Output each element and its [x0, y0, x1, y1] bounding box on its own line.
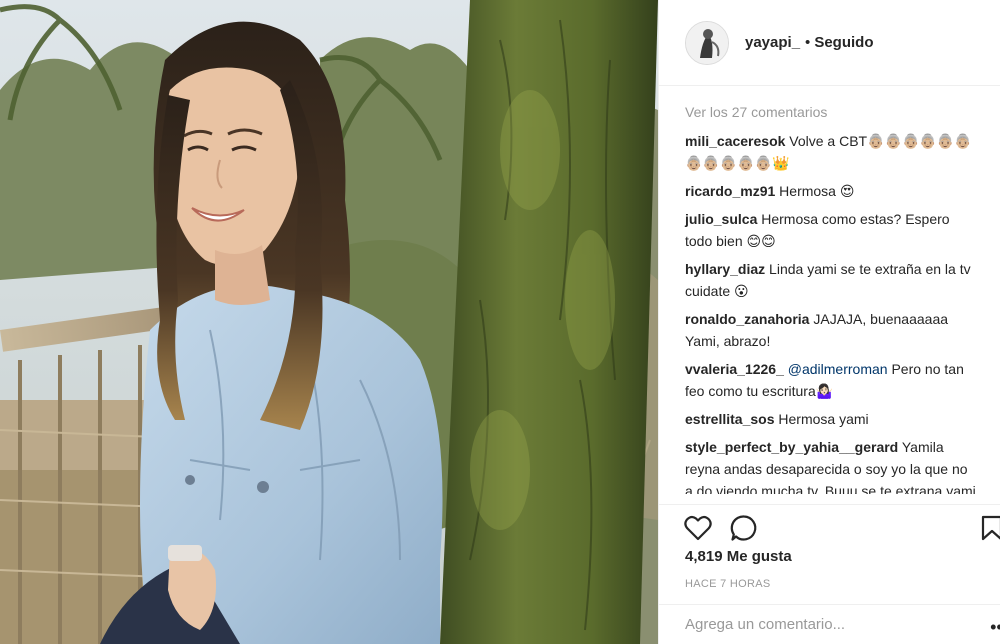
comment: julio_sulca Hermosa como estas? Espero t… [685, 208, 977, 252]
likes-count[interactable]: 4,819 Me gusta [685, 548, 792, 565]
more-dots-icon[interactable]: ••• [990, 617, 1000, 638]
comment: mili_caceresok Volve a CBT👵🏼👵🏼👵🏼👵🏼👵🏼👵🏼👵🏼… [685, 130, 977, 174]
comment-button[interactable] [729, 513, 759, 543]
comments-list[interactable]: Ver los 27 comentarios mili_caceresok Vo… [659, 96, 1000, 494]
comment-username[interactable]: mili_caceresok [685, 133, 785, 149]
comment: ricardo_mz91 Hermosa 😍 [685, 180, 977, 202]
comment: style_perfect_by_yahia__gerard Yamila re… [685, 436, 977, 494]
heart-icon [684, 515, 712, 541]
comment-username[interactable]: julio_sulca [685, 211, 757, 227]
comment: ronaldo_zanahoria JAJAJA, buenaaaaaa Yam… [685, 308, 977, 352]
avatar[interactable] [685, 20, 729, 65]
save-button[interactable] [977, 513, 1000, 543]
add-comment-bar: ••• [659, 604, 1000, 644]
post-timestamp: HACE 7 HORAS [685, 578, 771, 590]
post-photo[interactable] [0, 0, 658, 644]
comment: vvaleria_1226_ @adilmerroman Pero no tan… [685, 358, 977, 402]
comment-text: Hermosa 😍 [779, 183, 855, 199]
comment-username[interactable]: hyllary_diaz [685, 261, 765, 277]
header-username[interactable]: yayapi_ [745, 34, 800, 51]
comment-username[interactable]: estrellita_sos [685, 411, 775, 427]
header-separator: • [805, 34, 811, 51]
comment-text: Hermosa yami [778, 411, 869, 427]
comment: estrellita_sos Hermosa yami [685, 408, 977, 430]
like-button[interactable] [683, 513, 713, 543]
post-actions [659, 504, 1000, 546]
following-button[interactable]: Seguido [814, 34, 873, 51]
post-header: yayapi_ • Seguido [659, 0, 1000, 86]
comment-username[interactable]: vvaleria_1226_ [685, 361, 784, 377]
view-all-comments-link[interactable]: Ver los 27 comentarios [685, 104, 977, 121]
avatar-image [686, 21, 728, 64]
post-image [0, 0, 658, 644]
comment: hyllary_diaz Linda yami se te extraña en… [685, 258, 977, 302]
post-sidebar: yayapi_ • Seguido Ver los 27 comentarios… [658, 0, 1000, 644]
speech-bubble-icon [730, 515, 757, 541]
bookmark-icon [981, 515, 1000, 541]
comment-input[interactable] [685, 616, 985, 633]
comment-username[interactable]: ronaldo_zanahoria [685, 311, 809, 327]
comment-username[interactable]: style_perfect_by_yahia__gerard [685, 439, 898, 455]
comment-username[interactable]: ricardo_mz91 [685, 183, 775, 199]
comment-mention-link[interactable]: @adilmerroman [788, 361, 888, 377]
